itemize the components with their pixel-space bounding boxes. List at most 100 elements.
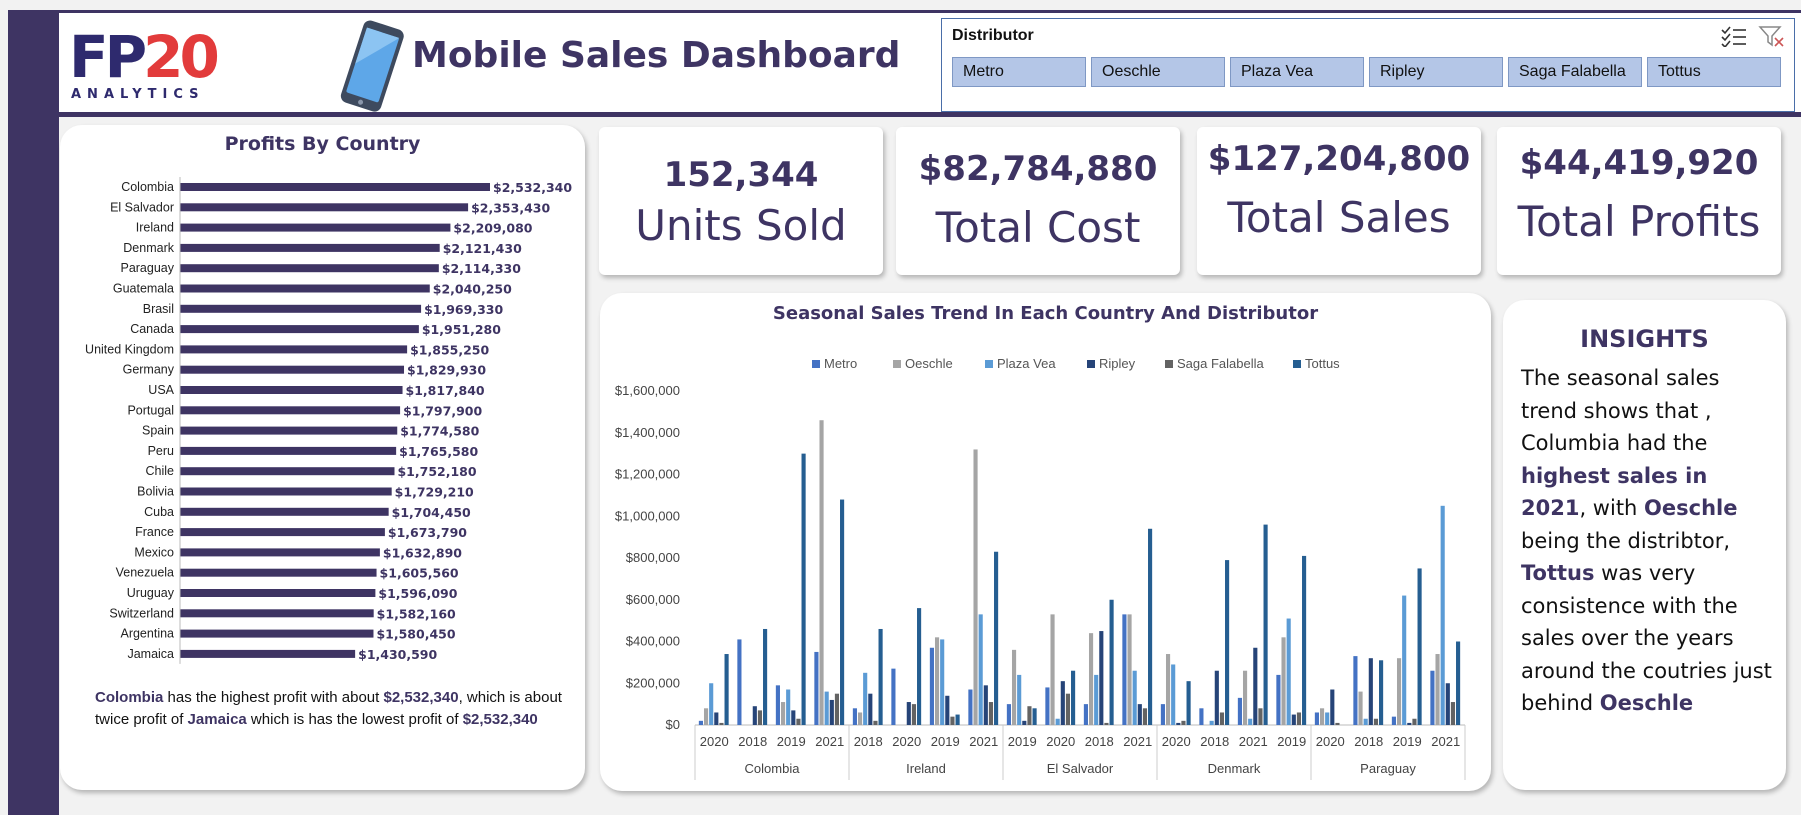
slicer-item-tottus[interactable]: Tottus xyxy=(1647,57,1781,87)
country-group-label: Denmark xyxy=(1208,761,1261,776)
year-tick-label: 2021 xyxy=(1239,734,1268,749)
country-group-label: Paraguay xyxy=(1360,761,1416,776)
profit-value-label: $1,765,580 xyxy=(399,444,478,459)
y-tick-label: $0 xyxy=(666,717,680,732)
seasonal-chart-title: Seasonal Sales Trend In Each Country And… xyxy=(772,303,1319,324)
sales-bar xyxy=(968,689,973,725)
legend-label: Metro xyxy=(824,356,857,371)
year-tick-label: 2018 xyxy=(738,734,767,749)
kpi-value: $82,784,880 xyxy=(918,149,1158,189)
sales-bar xyxy=(950,716,955,725)
profits-by-country-chart: Colombia $2,532,340 El Salvador $2,353,430 I… xyxy=(85,177,572,664)
distributor-slicer[interactable]: Distributor Metro Oeschle Plaza Vea Ripl… xyxy=(941,18,1795,112)
sales-bar xyxy=(1248,718,1253,725)
sales-bar xyxy=(1011,649,1017,725)
clear-filter-icon[interactable] xyxy=(1758,25,1786,47)
legend-label: Saga Falabella xyxy=(1177,356,1264,371)
multi-select-icon[interactable] xyxy=(1720,25,1748,47)
slicer-item-plaza-vea[interactable]: Plaza Vea xyxy=(1230,57,1364,87)
profit-value-label: $2,353,430 xyxy=(471,200,550,215)
sales-bar xyxy=(852,708,857,725)
sales-bar xyxy=(1071,670,1076,725)
sales-bar xyxy=(1237,697,1242,725)
sales-bar xyxy=(719,722,724,725)
profit-bar xyxy=(180,365,405,374)
sales-bar xyxy=(814,651,819,725)
sales-bar xyxy=(1417,568,1422,725)
note-highlight-value: $2,532,340 xyxy=(383,689,459,706)
profit-value-label: $1,774,580 xyxy=(400,424,479,439)
sales-bar xyxy=(917,608,922,725)
profit-value-label: $1,855,250 xyxy=(410,342,489,357)
sales-bar xyxy=(940,639,945,725)
legend-swatch xyxy=(1293,360,1301,368)
country-group-label: El Salvador xyxy=(1047,761,1114,776)
profits-by-country-card: Profits By Country Colombia $2,532,340 El … xyxy=(60,125,585,790)
sales-bar xyxy=(911,704,917,725)
legend-swatch xyxy=(893,360,901,368)
sales-bar xyxy=(1006,704,1011,725)
note-highlight-country: Jamaica xyxy=(187,711,247,728)
country-label: USA xyxy=(148,383,174,397)
year-tick-label: 2018 xyxy=(1354,734,1383,749)
profit-bar xyxy=(180,487,392,496)
sales-bar xyxy=(1199,708,1204,725)
profit-bar xyxy=(180,426,398,435)
year-tick-label: 2021 xyxy=(1431,734,1460,749)
sales-bar xyxy=(1209,720,1214,725)
profit-value-label: $2,121,430 xyxy=(443,241,522,256)
year-tick-label: 2020 xyxy=(700,734,729,749)
sales-bar xyxy=(1132,670,1137,725)
sales-bar xyxy=(786,689,791,725)
sales-bar xyxy=(1055,718,1060,725)
note-highlight-country: Colombia xyxy=(95,689,164,706)
y-tick-label: $1,200,000 xyxy=(615,467,680,482)
kpi-label: Total Sales xyxy=(1227,193,1451,242)
sales-bar xyxy=(763,628,768,725)
sales-bar xyxy=(1363,718,1368,725)
sales-bar xyxy=(1407,722,1412,725)
country-label: Bolivia xyxy=(137,485,174,499)
country-label: Portugal xyxy=(127,403,174,417)
country-label: Switzerland xyxy=(109,606,174,620)
logo: FP20 ANALYTICS xyxy=(69,27,220,107)
country-label: Canada xyxy=(130,322,174,336)
sales-bar xyxy=(1160,704,1165,725)
profit-bar xyxy=(180,467,395,476)
sales-bar xyxy=(945,695,950,725)
country-group-label: Ireland xyxy=(906,761,946,776)
slicer-item-metro[interactable]: Metro xyxy=(952,57,1086,87)
sales-bar xyxy=(1045,687,1050,725)
legend-label: Tottus xyxy=(1305,356,1340,371)
country-label: Mexico xyxy=(134,545,174,559)
sales-bar xyxy=(1402,595,1407,725)
header: FP20 ANALYTICS Mobile Sales Dashboard Di… xyxy=(59,10,1801,117)
profit-value-label: $1,605,560 xyxy=(380,566,459,581)
profit-bar xyxy=(180,203,469,212)
year-tick-label: 2019 xyxy=(1277,734,1306,749)
slicer-item-oeschle[interactable]: Oeschle xyxy=(1091,57,1225,87)
profit-value-label: $2,040,250 xyxy=(433,282,512,297)
sales-bar xyxy=(994,551,999,725)
profit-value-label: $1,829,930 xyxy=(407,363,486,378)
y-tick-label: $800,000 xyxy=(626,550,680,565)
profit-bar xyxy=(180,406,401,415)
sales-bar xyxy=(891,668,896,725)
country-label: Denmark xyxy=(123,241,174,255)
country-label: Ireland xyxy=(136,221,174,235)
kpi-label: Units Sold xyxy=(635,201,847,250)
note-text: which is has the lowest profit of xyxy=(246,711,463,728)
y-tick-label: $1,400,000 xyxy=(615,425,680,440)
sales-bar xyxy=(1242,670,1248,725)
sales-bar xyxy=(737,639,742,725)
page-title: Mobile Sales Dashboard xyxy=(412,35,901,76)
profit-value-label: $1,969,330 xyxy=(424,302,503,317)
year-tick-label: 2021 xyxy=(1123,734,1152,749)
sales-bar xyxy=(1094,674,1099,725)
kpi-label: Total Cost xyxy=(935,203,1141,252)
profit-value-label: $1,596,090 xyxy=(378,586,457,601)
sales-bar xyxy=(1391,716,1396,725)
slicer-item-saga-falabella[interactable]: Saga Falabella xyxy=(1508,57,1642,87)
slicer-item-ripley[interactable]: Ripley xyxy=(1369,57,1503,87)
profit-bar xyxy=(180,386,403,394)
